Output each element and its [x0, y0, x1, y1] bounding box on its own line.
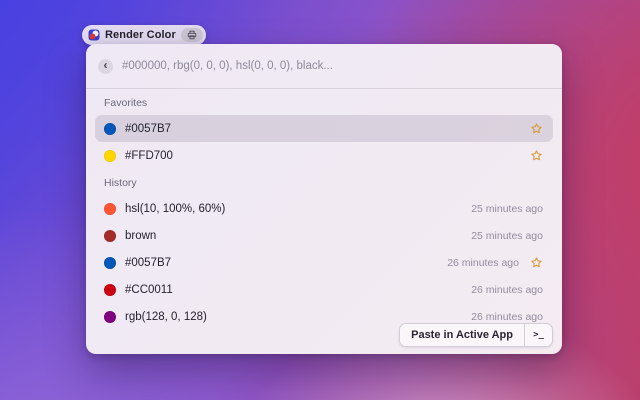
favorite-star-icon [530, 256, 543, 269]
list-item-title: #0057B7 [125, 257, 171, 269]
search-input[interactable] [122, 60, 550, 72]
paste-in-active-app-button[interactable]: Paste in Active App [400, 324, 524, 346]
list-item-title: #0057B7 [125, 123, 171, 135]
color-swatch [104, 230, 116, 242]
render-color-app-icon [88, 29, 100, 41]
render-color-window: ‹ Favorites #0057B7 #FFD700 History [86, 44, 562, 354]
action-bar: Paste in Active App >_ [399, 323, 553, 347]
list-item-title: brown [125, 230, 156, 242]
app-badge-label: Render Color [105, 29, 176, 41]
color-swatch [104, 123, 116, 135]
list-section: History hsl(10, 100%, 60%) 25 minutes ag… [95, 177, 553, 330]
color-swatch [104, 203, 116, 215]
color-swatch [104, 284, 116, 296]
favorite-star-icon [530, 149, 543, 162]
app-badge[interactable]: Render Color [82, 25, 206, 45]
actions-menu-button[interactable]: >_ [525, 324, 552, 346]
list-item-timestamp: 26 minutes ago [447, 257, 519, 269]
list-item[interactable]: brown 25 minutes ago [95, 222, 553, 249]
list-item[interactable]: #0057B7 26 minutes ago [95, 249, 553, 276]
list-item-timestamp: 25 minutes ago [471, 230, 543, 242]
search-bar: ‹ [86, 44, 562, 88]
color-swatch [104, 150, 116, 162]
favorite-star-icon [530, 122, 543, 135]
terminal-prompt-icon: >_ [533, 330, 544, 340]
printer-icon[interactable] [181, 28, 203, 42]
list-item-title: hsl(10, 100%, 60%) [125, 203, 225, 215]
list-section: Favorites #0057B7 #FFD700 [95, 97, 553, 169]
list-item-title: rgb(128, 0, 128) [125, 311, 207, 323]
list-item-title: #CC0011 [125, 284, 173, 296]
divider [86, 88, 562, 89]
section-label: History [104, 177, 553, 189]
section-rows: hsl(10, 100%, 60%) 25 minutes ago brown … [95, 195, 553, 330]
list-item[interactable]: #0057B7 [95, 115, 553, 142]
list-item[interactable]: #CC0011 26 minutes ago [95, 276, 553, 303]
section-rows: #0057B7 #FFD700 [95, 115, 553, 169]
list-item-title: #FFD700 [125, 150, 173, 162]
section-label: Favorites [104, 97, 553, 109]
color-swatch [104, 311, 116, 323]
action-button-group: Paste in Active App >_ [399, 323, 553, 347]
list-item-timestamp: 25 minutes ago [471, 203, 543, 215]
list-item[interactable]: #FFD700 [95, 142, 553, 169]
desktop-background: Render Color ‹ Favorites #0057B7 [0, 0, 640, 400]
list-item-timestamp: 26 minutes ago [471, 311, 543, 323]
list-item-timestamp: 26 minutes ago [471, 284, 543, 296]
list-item[interactable]: hsl(10, 100%, 60%) 25 minutes ago [95, 195, 553, 222]
results-list: Favorites #0057B7 #FFD700 History hsl(10… [86, 97, 562, 330]
color-swatch [104, 257, 116, 269]
back-button[interactable]: ‹ [98, 59, 113, 74]
